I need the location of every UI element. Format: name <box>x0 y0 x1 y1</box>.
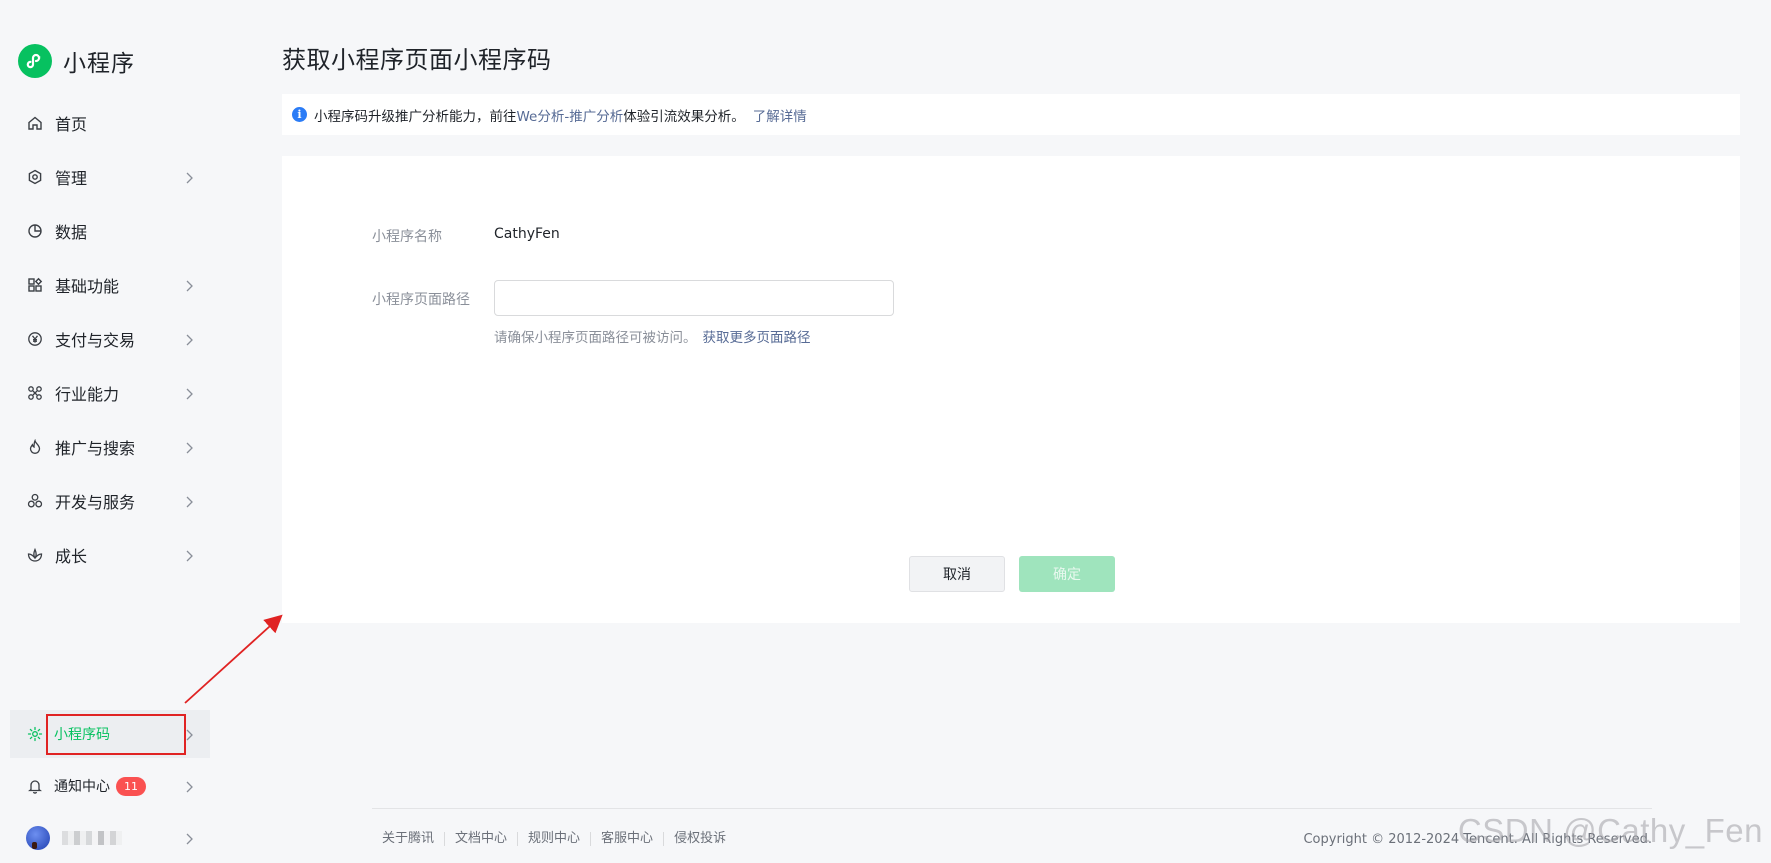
sidebar-item-dev-services[interactable]: 开发与服务 <box>10 474 210 528</box>
hexagon-settings-icon <box>26 168 44 186</box>
footer-link-complaint[interactable]: 侵权投诉 <box>663 832 736 846</box>
sidebar-item-label: 开发与服务 <box>55 493 136 512</box>
sun-code-icon <box>26 725 44 743</box>
notice-text-before: 小程序码升级推广分析能力，前往 <box>314 108 517 125</box>
page-path-input[interactable] <box>494 280 894 316</box>
sidebar-item-notifications[interactable]: 通知中心 11 <box>10 762 210 810</box>
nodes-icon <box>26 384 44 402</box>
sidebar-item-label: 数据 <box>55 223 88 242</box>
sidebar-item-account[interactable] <box>10 814 210 862</box>
footer-link-rules[interactable]: 规则中心 <box>517 832 590 846</box>
sidebar-bottom: 小程序码 通知中心 11 <box>10 710 210 863</box>
sidebar-item-label: 支付与交易 <box>55 331 136 350</box>
miniprogram-logo-icon <box>18 44 52 78</box>
sidebar-item-label: 行业能力 <box>55 385 120 404</box>
sidebar-item-data[interactable]: 数据 <box>10 204 210 258</box>
sidebar-item-label: 管理 <box>55 169 88 188</box>
notice-text-after: 体验引流效果分析。 <box>623 108 745 125</box>
form-card: 小程序名称 CathyFen 小程序页面路径 请确保小程序页面路径可被访问。 获取… <box>282 156 1740 623</box>
chevron-right-icon <box>184 440 194 454</box>
chevron-right-icon <box>184 727 194 741</box>
notice-bar: i 小程序码升级推广分析能力，前往 We分析-推广分析 体验引流效果分析。 了解… <box>282 94 1740 135</box>
yuan-coin-icon <box>26 330 44 348</box>
sidebar-item-qrcode[interactable]: 小程序码 <box>10 710 210 758</box>
sidebar-item-label: 小程序码 <box>54 727 110 743</box>
brand-name: 小程序 <box>63 51 135 77</box>
sidebar-item-home[interactable]: 首页 <box>10 96 210 150</box>
sidebar-item-payment[interactable]: 支付与交易 <box>10 312 210 366</box>
lotus-icon <box>26 546 44 564</box>
watermark: CSDN @Cathy_Fen <box>1457 812 1763 849</box>
cancel-button[interactable]: 取消 <box>909 556 1005 592</box>
sidebar-item-label: 首页 <box>55 115 88 134</box>
sidebar-item-growth[interactable]: 成长 <box>10 528 210 582</box>
path-hint: 请确保小程序页面路径可被访问。 获取更多页面路径 <box>494 326 811 346</box>
sidebar-item-basic-functions[interactable]: 基础功能 <box>10 258 210 312</box>
confirm-button[interactable]: 确定 <box>1019 556 1115 592</box>
sidebar-item-label: 成长 <box>55 547 88 566</box>
chevron-right-icon <box>184 779 194 793</box>
chevron-right-icon <box>184 332 194 346</box>
page-title: 获取小程序页面小程序码 <box>282 46 552 74</box>
chevron-right-icon <box>184 386 194 400</box>
brand[interactable]: 小程序 <box>18 44 135 78</box>
hint-text: 请确保小程序页面路径可被访问。 <box>494 330 697 346</box>
name-value: CathyFen <box>494 226 560 242</box>
learn-more-link[interactable]: 了解详情 <box>753 105 807 125</box>
home-icon <box>26 114 44 132</box>
sidebar-item-label: 基础功能 <box>55 277 120 296</box>
blurred-account-name <box>62 831 122 845</box>
sidebar: 小程序 首页 管理 数据 基础功能 支付与交易 行业能力 推广与搜索 开发与服务… <box>0 0 220 863</box>
sidebar-item-industry[interactable]: 行业能力 <box>10 366 210 420</box>
chevron-right-icon <box>184 494 194 508</box>
sidebar-item-manage[interactable]: 管理 <box>10 150 210 204</box>
bell-icon <box>26 777 44 795</box>
chevron-right-icon <box>184 170 194 184</box>
sidebar-nav: 首页 管理 数据 基础功能 支付与交易 行业能力 推广与搜索 开发与服务 成长 <box>10 96 210 582</box>
chevron-right-icon <box>184 831 194 845</box>
pie-chart-icon <box>26 222 44 240</box>
sidebar-item-label: 通知中心 <box>54 779 110 795</box>
name-label: 小程序名称 <box>372 229 442 245</box>
chevron-right-icon <box>184 278 194 292</box>
path-label: 小程序页面路径 <box>372 292 470 308</box>
footer-link-docs[interactable]: 文档中心 <box>444 832 517 846</box>
we-analysis-link[interactable]: We分析-推广分析 <box>517 105 624 125</box>
get-more-paths-link[interactable]: 获取更多页面路径 <box>703 330 811 346</box>
footer-link-about[interactable]: 关于腾讯 <box>372 832 444 846</box>
info-icon: i <box>292 107 307 122</box>
grid-apps-icon <box>26 276 44 294</box>
notification-count-badge: 11 <box>116 776 146 796</box>
footer-links: 关于腾讯 文档中心 规则中心 客服中心 侵权投诉 <box>372 832 736 846</box>
circles-icon <box>26 492 44 510</box>
footer-divider <box>372 808 1652 809</box>
sidebar-item-promotion[interactable]: 推广与搜索 <box>10 420 210 474</box>
sidebar-item-label: 推广与搜索 <box>55 439 136 458</box>
footer-link-support[interactable]: 客服中心 <box>590 832 663 846</box>
avatar <box>26 826 50 850</box>
flame-icon <box>26 438 44 456</box>
chevron-right-icon <box>184 548 194 562</box>
